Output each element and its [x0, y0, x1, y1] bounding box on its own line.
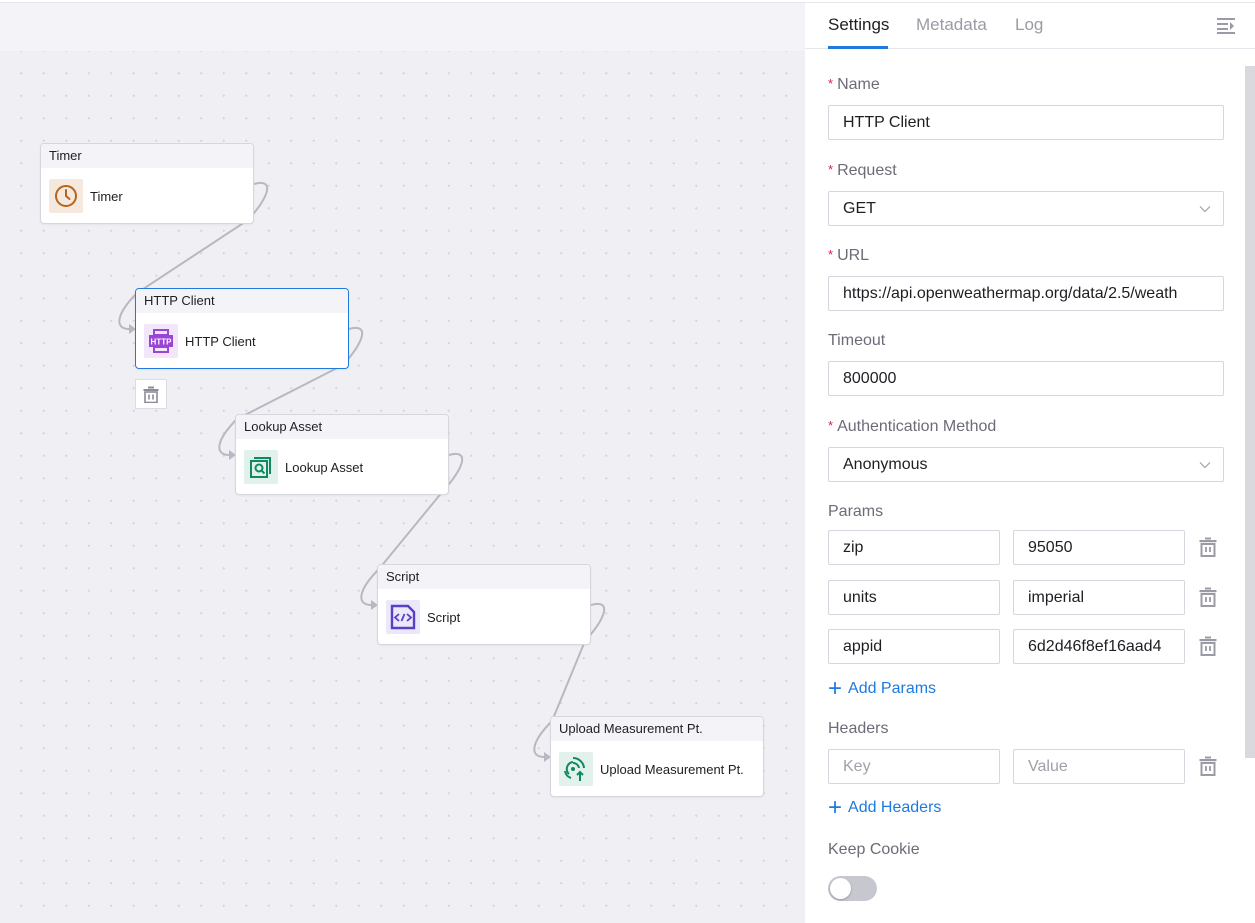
- required-marker: *: [828, 247, 834, 262]
- param-key-input[interactable]: appid: [828, 629, 1000, 664]
- flow-node-http-client[interactable]: HTTP Client HTTP HTTP Client: [135, 288, 349, 369]
- collapse-panel-icon: [1217, 18, 1235, 34]
- node-header: Script: [378, 565, 590, 589]
- flow-node-timer[interactable]: Timer Timer: [40, 143, 254, 224]
- required-marker: *: [828, 418, 834, 433]
- add-headers-button[interactable]: + Add Headers: [828, 794, 941, 821]
- delete-param-icon[interactable]: [1199, 587, 1217, 607]
- timeout-label: Timeout: [828, 332, 886, 349]
- required-marker: *: [828, 162, 834, 177]
- http-icon: HTTP: [144, 324, 178, 358]
- plus-icon: +: [828, 794, 843, 821]
- flow-canvas[interactable]: Timer Timer HTTP Client HTTP HTTP Client: [0, 3, 805, 923]
- required-marker: *: [828, 76, 834, 91]
- name-input[interactable]: HTTP Client: [828, 105, 1224, 140]
- auth-method-label: * Authentication Method: [828, 418, 997, 435]
- trash-icon: [143, 386, 159, 403]
- delete-header-icon[interactable]: [1199, 756, 1217, 776]
- svg-text:HTTP: HTTP: [151, 338, 173, 347]
- param-key-input[interactable]: units: [828, 580, 1000, 615]
- node-label: Timer: [90, 188, 123, 204]
- delete-param-icon[interactable]: [1199, 537, 1217, 557]
- auth-method-select[interactable]: Anonymous: [828, 447, 1224, 482]
- panel-scrollbar[interactable]: [1245, 66, 1255, 758]
- add-params-button[interactable]: + Add Params: [828, 675, 936, 702]
- chevron-down-icon: [1199, 206, 1211, 213]
- node-label: Script: [427, 609, 461, 625]
- flow-node-script[interactable]: Script Script: [377, 564, 591, 645]
- node-label: Lookup Asset: [285, 459, 364, 475]
- header-value-input[interactable]: Value: [1013, 749, 1185, 784]
- collapse-panel-button[interactable]: [1216, 16, 1236, 34]
- param-value-input[interactable]: 95050: [1013, 530, 1185, 565]
- delete-param-icon[interactable]: [1199, 636, 1217, 656]
- keep-cookie-label: Keep Cookie: [828, 841, 920, 858]
- headers-label: Headers: [828, 720, 889, 737]
- auth-method-value: Anonymous: [843, 456, 928, 473]
- param-value-input[interactable]: imperial: [1013, 580, 1185, 615]
- url-input[interactable]: https://api.openweathermap.org/data/2.5/…: [828, 276, 1224, 311]
- node-header: HTTP Client: [136, 289, 348, 313]
- params-label: Params: [828, 503, 884, 520]
- node-label: Upload Measurement Pt.: [600, 761, 744, 777]
- request-label: * Request: [828, 162, 897, 179]
- url-label: * URL: [828, 247, 870, 264]
- flow-node-lookup-asset[interactable]: Lookup Asset Lookup Asset: [235, 414, 449, 495]
- keep-cookie-toggle[interactable]: [828, 876, 877, 901]
- request-method-value: GET: [843, 200, 876, 217]
- timeout-input[interactable]: 800000: [828, 361, 1224, 396]
- settings-panel: Settings Metadata Log * Name HTTP Client …: [805, 3, 1255, 923]
- toggle-knob: [830, 878, 851, 899]
- clock-icon: [49, 179, 83, 213]
- param-value-input[interactable]: 6d2d46f8ef16aad4: [1013, 629, 1185, 664]
- panel-tabs: Settings Metadata Log: [805, 3, 1255, 49]
- flow-node-upload-measurement[interactable]: Upload Measurement Pt. Upload Measuremen…: [550, 716, 764, 797]
- param-key-input[interactable]: zip: [828, 530, 1000, 565]
- request-method-select[interactable]: GET: [828, 191, 1224, 226]
- header-key-input[interactable]: Key: [828, 749, 1000, 784]
- canvas-toolbar-area: [0, 3, 805, 51]
- script-icon: [386, 600, 420, 634]
- tab-log[interactable]: Log: [1015, 15, 1043, 35]
- node-header: Timer: [41, 144, 253, 168]
- tab-metadata[interactable]: Metadata: [916, 15, 987, 35]
- lookup-asset-icon: [244, 450, 278, 484]
- active-tab-indicator: [828, 46, 888, 49]
- node-header: Lookup Asset: [236, 415, 448, 439]
- node-label: HTTP Client: [185, 333, 256, 349]
- upload-measurement-icon: [559, 752, 593, 786]
- plus-icon: +: [828, 675, 843, 702]
- app-root: Timer Timer HTTP Client HTTP HTTP Client: [0, 0, 1255, 923]
- tab-settings[interactable]: Settings: [828, 15, 889, 35]
- name-label: * Name: [828, 76, 880, 93]
- delete-node-button[interactable]: [135, 379, 167, 409]
- chevron-down-icon: [1199, 462, 1211, 469]
- node-header: Upload Measurement Pt.: [551, 717, 763, 741]
